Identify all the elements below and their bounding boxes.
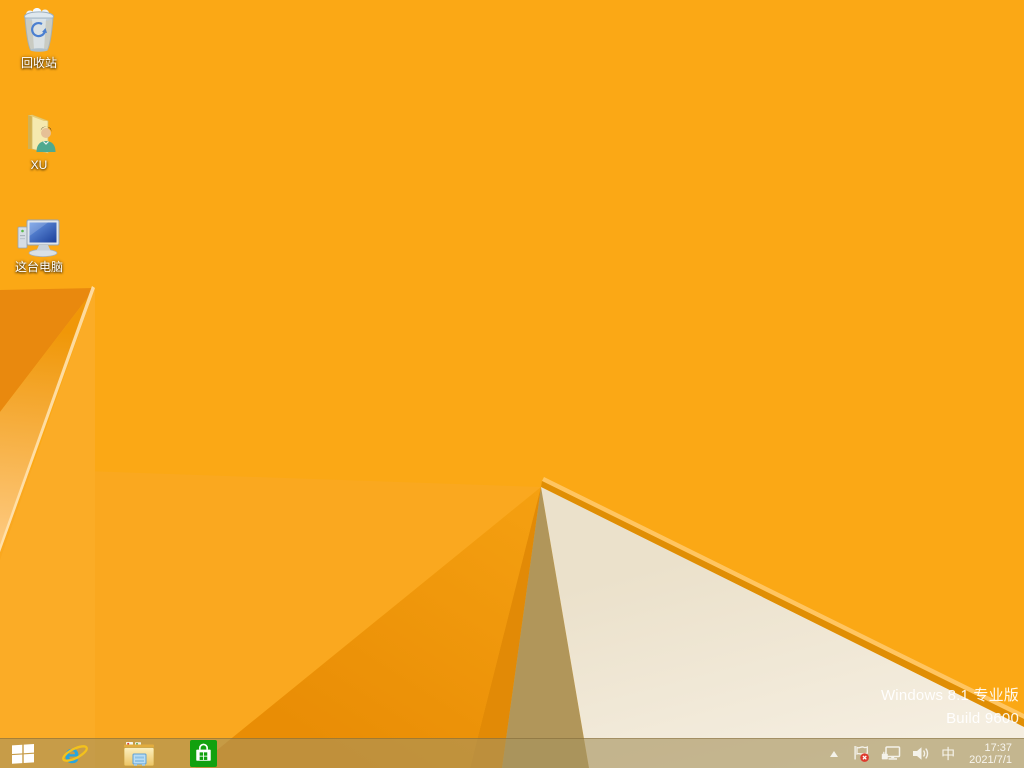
- desktop-icon-user-folder[interactable]: XU: [2, 108, 76, 172]
- desktop-wallpaper[interactable]: [0, 0, 1024, 768]
- taskbar-button-store[interactable]: [183, 739, 223, 769]
- windows-logo-icon: [12, 743, 34, 764]
- start-button[interactable]: [0, 739, 46, 769]
- ime-indicator[interactable]: 中: [941, 744, 955, 764]
- desktop-icon-label: 这台电脑: [15, 260, 63, 274]
- show-hidden-icons-caret-icon[interactable]: [830, 751, 838, 757]
- windows-version-watermark: Windows 8.1 专业版 Build 9600: [881, 684, 1019, 730]
- watermark-build: Build 9600: [881, 707, 1019, 730]
- watermark-edition: Windows 8.1 专业版: [881, 684, 1019, 707]
- this-pc-icon: [16, 210, 62, 258]
- store-icon: [190, 740, 217, 767]
- desktop-icon-recycle-bin[interactable]: 回收站: [2, 6, 76, 70]
- taskbar: e: [0, 738, 1024, 768]
- taskbar-clock[interactable]: 17:37 2021/7/1: [969, 742, 1012, 766]
- network-icon[interactable]: [881, 746, 901, 761]
- action-center-flag-icon[interactable]: [852, 745, 870, 762]
- file-explorer-icon: [123, 741, 155, 767]
- clock-time: 17:37: [969, 742, 1012, 754]
- desktop-icon-label: XU: [31, 158, 48, 172]
- internet-explorer-icon: e: [61, 740, 89, 768]
- clock-date: 2021/7/1: [969, 754, 1012, 766]
- desktop-icon-label: 回收站: [21, 56, 57, 70]
- user-folder-icon: [19, 108, 59, 156]
- taskbar-button-internet-explorer[interactable]: e: [55, 739, 95, 769]
- volume-icon[interactable]: [912, 746, 930, 761]
- recycle-bin-icon: [20, 6, 58, 54]
- ime-label: 中: [941, 744, 955, 764]
- system-tray: 中 17:37 2021/7/1: [830, 739, 1024, 769]
- desktop-icon-this-pc[interactable]: 这台电脑: [2, 210, 76, 274]
- taskbar-button-file-explorer[interactable]: [119, 739, 159, 769]
